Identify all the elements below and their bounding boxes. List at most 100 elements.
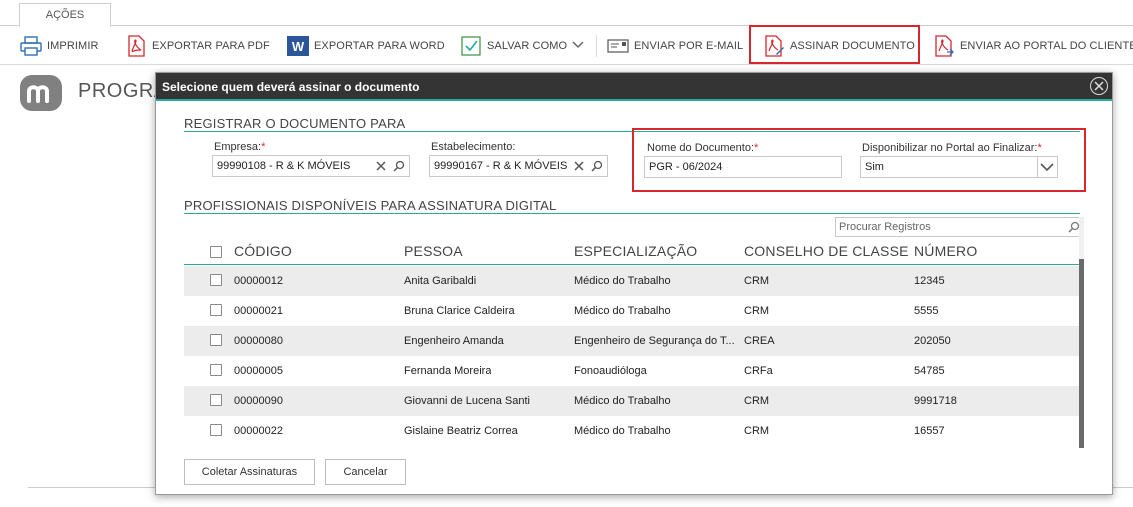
search-input[interactable]: Procurar Registros <box>835 217 1081 237</box>
section-professionals-title: PROFISSIONAIS DISPONÍVEIS PARA ASSINATUR… <box>184 198 557 213</box>
cell-codigo: 00000022 <box>234 425 283 437</box>
row-checkbox[interactable] <box>210 424 222 436</box>
cell-pessoa: Fernanda Moreira <box>404 365 492 377</box>
col-numero[interactable]: NÚMERO <box>914 243 977 259</box>
cell-numero: 12345 <box>914 275 945 287</box>
estabelecimento-label: Estabelecimento: <box>431 141 516 153</box>
row-checkbox[interactable] <box>210 334 222 346</box>
disponibilizar-select[interactable]: Sim <box>860 156 1058 178</box>
email-icon <box>607 35 629 57</box>
cell-pessoa: Bruna Clarice Caldeira <box>404 305 515 317</box>
table-row[interactable]: 00000080 Engenheiro Amanda Engenheiro de… <box>184 326 1079 356</box>
cell-numero: 16557 <box>914 425 945 437</box>
row-checkbox[interactable] <box>210 394 222 406</box>
cell-especializacao: Fonoaudióloga <box>574 365 647 377</box>
export-pdf-label: EXPORTAR PARA PDF <box>152 40 270 52</box>
cell-codigo: 00000012 <box>234 275 283 287</box>
ribbon-tabs: AÇÕES <box>0 0 1133 27</box>
cell-especializacao: Médico do Trabalho <box>574 425 671 437</box>
save-as-label: SALVAR COMO <box>487 40 568 52</box>
cell-conselho: CRM <box>744 275 770 287</box>
cell-especializacao: Médico do Trabalho <box>574 395 671 407</box>
toolbar: IMPRIMIR EXPORTAR PARA PDF W EXPORTAR PA… <box>0 27 1133 65</box>
toolbar-divider <box>596 35 597 57</box>
cancel-button[interactable]: Cancelar <box>325 459 406 485</box>
empresa-label: Empresa:* <box>214 141 266 153</box>
section-professionals-line <box>184 213 1080 214</box>
cell-especializacao: Médico do Trabalho <box>574 275 671 287</box>
col-codigo[interactable]: CÓDIGO <box>234 243 292 259</box>
send-email-label: ENVIAR POR E-MAIL <box>634 40 744 52</box>
table-row[interactable]: 00000005 Fernanda Moreira Fonoaudióloga … <box>184 356 1079 386</box>
table-header: CÓDIGO PESSOA ESPECIALIZAÇÃO CONSELHO DE… <box>184 240 1080 265</box>
print-label: IMPRIMIR <box>47 40 99 52</box>
col-conselho[interactable]: CONSELHO DE CLASSE <box>744 243 909 259</box>
pdf-icon <box>125 35 147 57</box>
sign-button-highlight <box>749 25 920 64</box>
collect-signatures-button[interactable]: Coletar Assinaturas <box>184 459 315 485</box>
table-scrollbar-thumb[interactable] <box>1079 259 1084 448</box>
chevron-down-icon <box>572 40 584 52</box>
cell-conselho: CRFa <box>744 365 773 377</box>
col-especializacao[interactable]: ESPECIALIZAÇÃO <box>574 243 697 259</box>
export-word-label: EXPORTAR PARA WORD <box>314 40 445 52</box>
disponibilizar-label: Disponibilizar no Portal ao Finalizar:* <box>862 142 1042 154</box>
cell-conselho: CRM <box>744 305 770 317</box>
word-icon: W <box>287 35 309 57</box>
send-email-button[interactable]: ENVIAR POR E-MAIL <box>607 31 743 61</box>
search-icon[interactable] <box>391 158 407 174</box>
nome-documento-value: PGR - 06/2024 <box>649 161 723 173</box>
save-check-icon <box>460 35 482 57</box>
empresa-field[interactable]: 99990108 - R & K MÓVEIS <box>212 155 410 177</box>
cell-codigo: 00000005 <box>234 365 283 377</box>
print-button[interactable]: IMPRIMIR <box>20 31 99 61</box>
col-pessoa[interactable]: PESSOA <box>404 243 463 259</box>
chevron-down-icon[interactable] <box>1039 159 1055 175</box>
dialog-header: Selecione quem deverá assinar o document… <box>156 73 1112 101</box>
app-logo <box>20 75 62 111</box>
empresa-value: 99990108 - R & K MÓVEIS <box>217 160 351 172</box>
send-portal-button[interactable]: ENVIAR AO PORTAL DO CLIENTE <box>933 31 1133 61</box>
save-as-button[interactable]: SALVAR COMO <box>460 31 584 61</box>
sign-dialog: Selecione quem deverá assinar o document… <box>155 72 1113 495</box>
clear-icon[interactable] <box>571 158 587 174</box>
cell-conselho: CRM <box>744 425 770 437</box>
cell-especializacao: Engenheiro de Segurança do T... <box>574 335 735 347</box>
cell-pessoa: Gislaine Beatriz Correa <box>404 425 518 437</box>
row-checkbox[interactable] <box>210 274 222 286</box>
cell-pessoa: Anita Garibaldi <box>404 275 477 287</box>
cell-numero: 54785 <box>914 365 945 377</box>
nome-documento-label: Nome do Documento:* <box>647 142 759 154</box>
cell-pessoa: Engenheiro Amanda <box>404 335 504 347</box>
table-row[interactable]: 00000012 Anita Garibaldi Médico do Traba… <box>184 266 1079 296</box>
nome-documento-input[interactable]: PGR - 06/2024 <box>644 156 842 178</box>
export-word-button[interactable]: W EXPORTAR PARA WORD <box>287 31 445 61</box>
export-pdf-button[interactable]: EXPORTAR PARA PDF <box>125 31 270 61</box>
row-checkbox[interactable] <box>210 304 222 316</box>
cell-codigo: 00000090 <box>234 395 283 407</box>
table-row[interactable]: 00000021 Bruna Clarice Caldeira Médico d… <box>184 296 1079 326</box>
tab-acoes[interactable]: AÇÕES <box>19 3 111 27</box>
estabelecimento-value: 99990167 - R & K MÓVEIS <box>434 160 568 172</box>
cell-numero: 5555 <box>914 305 939 317</box>
row-checkbox[interactable] <box>210 364 222 376</box>
select-all-checkbox[interactable] <box>210 246 222 258</box>
disponibilizar-value: Sim <box>865 161 884 173</box>
clear-icon[interactable] <box>373 158 389 174</box>
cell-codigo: 00000021 <box>234 305 283 317</box>
table-row[interactable]: 00000090 Giovanni de Lucena Santi Médico… <box>184 386 1079 416</box>
section-register-title: REGISTRAR O DOCUMENTO PARA <box>184 116 406 131</box>
close-icon[interactable] <box>1090 77 1108 95</box>
cell-codigo: 00000080 <box>234 335 283 347</box>
cell-pessoa: Giovanni de Lucena Santi <box>404 395 530 407</box>
table-row[interactable]: 00000022 Gislaine Beatriz Correa Médico … <box>184 416 1079 446</box>
estabelecimento-field[interactable]: 99990167 - R & K MÓVEIS <box>429 155 608 177</box>
cell-numero: 202050 <box>914 335 951 347</box>
svg-text:W: W <box>292 39 305 54</box>
search-icon[interactable] <box>589 158 605 174</box>
cell-especializacao: Médico do Trabalho <box>574 305 671 317</box>
printer-icon <box>20 35 42 57</box>
cell-conselho: CRM <box>744 395 770 407</box>
dialog-title: Selecione quem deverá assinar o document… <box>162 80 420 94</box>
search-placeholder: Procurar Registros <box>839 221 931 233</box>
